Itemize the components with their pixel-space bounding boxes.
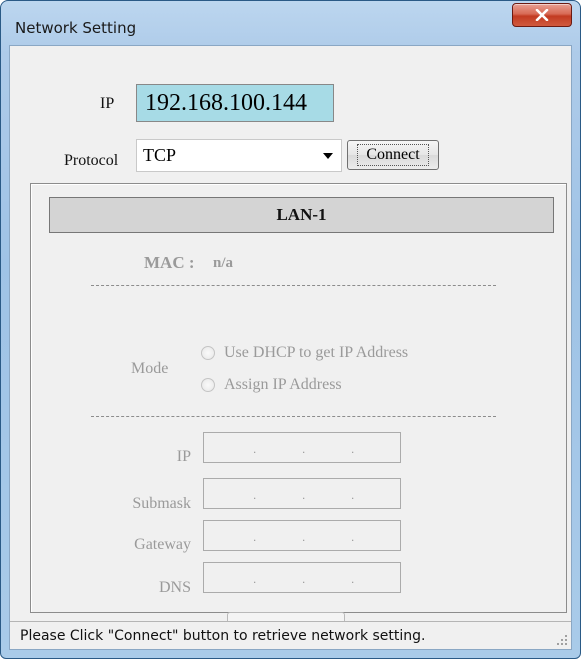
connect-button[interactable]: Connect [347,140,439,170]
submask-field-label: Submask [132,495,191,512]
octet-separator: . [302,530,306,544]
divider [91,416,496,417]
octet-separator: . [302,572,306,586]
mac-value: n/a [213,255,234,271]
chevron-down-icon [323,153,333,159]
submask-field[interactable]: . . . [203,478,401,509]
octet-separator: . [253,442,257,456]
octet-separator: . [253,572,257,586]
octet-separator: . [253,488,257,502]
lan-header: LAN-1 [49,197,554,233]
octet-separator: . [253,530,257,544]
octet-separator: . [351,488,355,502]
protocol-label: Protocol [64,152,119,169]
close-button[interactable] [512,3,572,27]
dns-field-label: DNS [158,579,191,596]
ip-address-display[interactable]: 192.168.100.144 [136,84,334,122]
ip-label: IP [100,95,115,112]
close-icon [535,9,549,21]
status-bar: Please Click "Connect" button to retriev… [10,621,571,649]
window-title: Network Setting [15,19,137,37]
mac-label: MAC : [144,253,195,272]
ip-field-label: IP [176,448,191,465]
radio-use-dhcp[interactable]: Use DHCP to get IP Address [201,344,408,362]
protocol-dropdown[interactable]: TCP [136,139,342,172]
radio-label-dhcp: Use DHCP to get IP Address [224,344,409,361]
radio-button[interactable] [201,378,215,392]
resize-grip-icon[interactable] [556,634,568,646]
network-setting-window: Network Setting IP 192.168.100.144 Proto… [0,0,581,659]
gateway-field[interactable]: . . . [203,520,401,551]
dns-field[interactable]: . . . [203,562,401,593]
octet-separator: . [351,530,355,544]
radio-assign-ip[interactable]: Assign IP Address [201,376,342,394]
octet-separator: . [351,572,355,586]
divider [91,285,496,286]
status-message: Please Click "Connect" button to retriev… [20,628,426,644]
ip-address-field[interactable]: . . . [203,432,401,463]
octet-separator: . [351,442,355,456]
title-bar[interactable]: Network Setting [1,1,580,45]
dialog-body: IP 192.168.100.144 Protocol TCP Connect … [9,45,572,650]
connect-button-label: Connect [357,144,429,166]
protocol-selected-value: TCP [143,145,177,165]
gateway-field-label: Gateway [134,536,191,553]
radio-label-assign: Assign IP Address [224,376,342,393]
mode-label: Mode [131,360,169,377]
radio-button[interactable] [201,346,215,360]
octet-separator: . [302,488,306,502]
lan-settings-group: LAN-1 MAC : n/a Mode Use DHCP to get IP … [30,183,567,642]
octet-separator: . [302,442,306,456]
